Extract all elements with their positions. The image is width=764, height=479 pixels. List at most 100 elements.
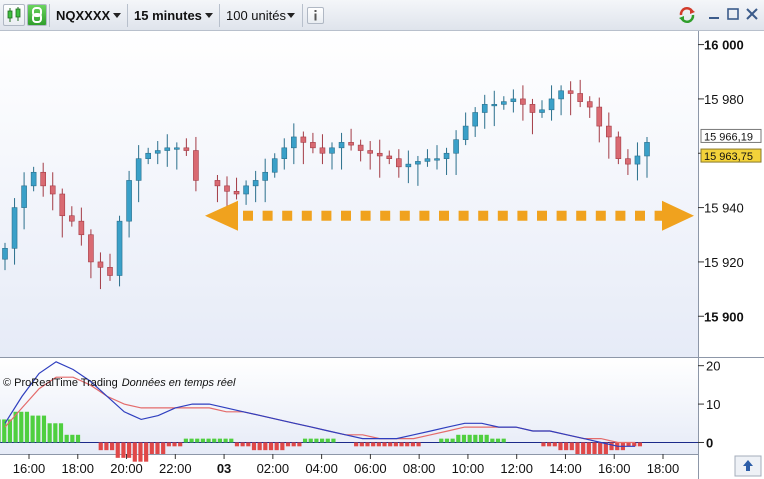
histogram-bar bbox=[234, 442, 240, 447]
link-icon[interactable] bbox=[27, 4, 47, 26]
histogram-bar bbox=[263, 442, 268, 451]
arrow-dash bbox=[635, 210, 645, 221]
histogram-bar bbox=[75, 434, 81, 443]
candle-body bbox=[233, 190, 240, 195]
histogram-bar bbox=[552, 442, 557, 447]
candle-body bbox=[135, 158, 142, 181]
histogram-bar bbox=[495, 438, 501, 443]
osc-tick-label: 0 bbox=[706, 435, 713, 450]
histogram-bar bbox=[212, 438, 217, 443]
candle-body bbox=[405, 163, 412, 168]
time-tick-label: 14:00 bbox=[549, 461, 582, 476]
timeframe-select[interactable]: 15 minutes bbox=[128, 4, 218, 26]
price-tick-label: 15 920 bbox=[704, 255, 744, 270]
info-icon[interactable] bbox=[307, 7, 324, 24]
histogram-bar bbox=[257, 442, 262, 451]
time-tick-label: 08:00 bbox=[403, 461, 436, 476]
candle-body bbox=[97, 261, 104, 268]
candle-body bbox=[291, 136, 297, 149]
price-chart[interactable]: 16 000 15 980 15 940 15 920 15 900 20 10 0 16:… bbox=[0, 31, 764, 479]
price-tick-label: 15 900 bbox=[704, 309, 744, 324]
candle-body bbox=[376, 152, 383, 157]
candle-body bbox=[11, 207, 18, 249]
candle-body bbox=[481, 104, 488, 113]
histogram-bar bbox=[371, 442, 376, 447]
chart-area[interactable]: 16 000 15 980 15 940 15 920 15 900 20 10 0 16:… bbox=[0, 31, 764, 479]
candle-body bbox=[319, 147, 326, 154]
candle-body bbox=[606, 125, 612, 138]
arrow-dash bbox=[439, 210, 449, 221]
arrow-dash bbox=[595, 210, 606, 221]
histogram-bar bbox=[484, 434, 489, 443]
symbol-select[interactable]: NQXXXX bbox=[50, 4, 126, 26]
candle-body bbox=[252, 180, 259, 187]
toolbar-separator bbox=[302, 4, 303, 27]
candle-body bbox=[367, 150, 373, 154]
units-select[interactable]: 100 unités bbox=[220, 4, 300, 26]
candle-body bbox=[644, 142, 650, 157]
histogram-bar bbox=[0, 419, 1, 443]
histogram-bar bbox=[637, 442, 643, 447]
maximize-icon[interactable] bbox=[725, 6, 741, 22]
arrow-dash bbox=[419, 210, 430, 221]
histogram-bar bbox=[416, 442, 421, 447]
histogram-bar bbox=[172, 442, 177, 447]
histogram-bar bbox=[558, 442, 563, 451]
arrow-dash bbox=[654, 210, 665, 221]
histogram-bar bbox=[382, 442, 387, 447]
histogram-bar bbox=[274, 442, 279, 451]
histogram-bar bbox=[104, 442, 109, 451]
oscillator-panel bbox=[0, 358, 698, 454]
histogram-bar bbox=[161, 442, 166, 454]
time-axis-panel bbox=[0, 454, 698, 479]
histogram-bar bbox=[195, 438, 200, 443]
candle-body bbox=[434, 158, 440, 161]
histogram-bar bbox=[467, 434, 472, 443]
histogram-bar bbox=[609, 442, 614, 451]
arrow-dash bbox=[262, 210, 273, 221]
candle-body bbox=[634, 155, 641, 165]
candle-body bbox=[49, 185, 56, 195]
candle-body bbox=[107, 267, 113, 276]
scroll-button[interactable] bbox=[734, 455, 762, 477]
candle-body bbox=[520, 98, 526, 105]
candle-body bbox=[453, 139, 459, 154]
histogram-bar bbox=[461, 434, 467, 443]
histogram-bar bbox=[473, 434, 478, 443]
refresh-icon[interactable] bbox=[678, 6, 695, 23]
arrow-dash bbox=[537, 210, 547, 221]
histogram-bar bbox=[388, 442, 393, 447]
histogram-bar bbox=[541, 442, 546, 447]
histogram-bar bbox=[376, 442, 381, 447]
candle-body bbox=[300, 136, 307, 143]
candle-body bbox=[386, 155, 393, 159]
histogram-bar bbox=[183, 438, 188, 443]
candle-chart-icon[interactable] bbox=[3, 4, 25, 26]
histogram-bar bbox=[405, 442, 410, 447]
arrow-dash bbox=[380, 210, 391, 221]
candle-body bbox=[78, 220, 85, 236]
symbol-label: NQXXXX bbox=[56, 7, 111, 23]
chart-toolbar: NQXXXX 15 minutes 100 unités bbox=[0, 0, 764, 31]
histogram-bar bbox=[285, 442, 291, 447]
time-tick-label: 18:00 bbox=[647, 461, 680, 476]
arrow-dash bbox=[615, 210, 626, 221]
histogram-bar bbox=[149, 442, 154, 454]
minimize-icon[interactable] bbox=[706, 6, 722, 22]
histogram-bar bbox=[223, 438, 228, 443]
histogram-bar bbox=[251, 442, 257, 451]
close-icon[interactable] bbox=[744, 6, 760, 22]
histogram-bar bbox=[178, 442, 183, 447]
candle-body bbox=[243, 185, 249, 195]
histogram-bar bbox=[229, 438, 234, 443]
arrow-dash bbox=[497, 210, 508, 221]
time-tick-label: 10:00 bbox=[452, 461, 485, 476]
arrow-dash bbox=[282, 210, 293, 221]
candle-body bbox=[30, 171, 37, 187]
candle-body bbox=[501, 101, 507, 105]
arrow-dash bbox=[321, 210, 332, 221]
arrow-dash bbox=[341, 210, 351, 221]
candle-body bbox=[529, 104, 536, 113]
histogram-bar bbox=[30, 415, 35, 443]
arrow-dash bbox=[478, 210, 489, 221]
